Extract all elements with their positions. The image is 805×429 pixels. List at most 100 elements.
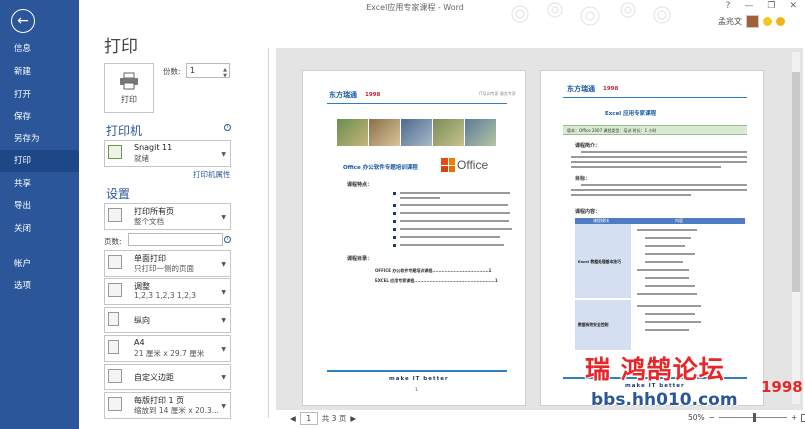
footer-rule (327, 370, 507, 372)
orientation-value: 纵向 (134, 316, 150, 325)
paper-size-dropdown[interactable]: A4 21 厘米 x 29.7 厘米 ▼ (104, 335, 231, 362)
watermark-logo: 瑞 鸿鹄论坛 (585, 355, 725, 384)
window-controls: ? — ❐ ✕ (726, 1, 797, 11)
nav-item-new[interactable]: 新建 (0, 61, 79, 83)
margins-dropdown[interactable]: 自定义边距 ▼ (104, 364, 231, 390)
decorative-swirls (511, 2, 671, 26)
nav-item-options[interactable]: 选项 (0, 275, 79, 297)
next-page-icon[interactable]: ▶ (350, 414, 356, 423)
printer-status: 就绪 (134, 154, 149, 163)
one-sided-icon (108, 255, 122, 269)
table-header-content: 内容 (675, 218, 683, 223)
watermark: 瑞 鸿鹄论坛 1998 bbs.hh010.com (585, 350, 805, 429)
page-total: 共 3 页 (321, 414, 347, 423)
pages-label: 页数: (104, 237, 122, 246)
section-contents: 课程内容： (575, 209, 601, 215)
header-note: IT培训专家 服务专家 (479, 91, 516, 96)
collate-dropdown[interactable]: 调整 1,2,3 1,2,3 1,2,3 ▼ (104, 278, 231, 305)
print-button-label: 打印 (121, 94, 137, 104)
nav-item-print[interactable]: 打印 (0, 150, 79, 172)
chevron-down-icon: ▼ (221, 402, 226, 410)
section-goal: 目标： (575, 176, 591, 182)
page-title: 打印 (104, 37, 138, 57)
paper-size-icon (108, 340, 119, 354)
header-rule (327, 103, 507, 104)
restore-button[interactable]: ❐ (767, 1, 775, 11)
user-account[interactable]: 孟兆文 (718, 15, 785, 28)
printer-dropdown[interactable]: Snagit 11 就绪 ▼ (104, 140, 231, 167)
toc-entry-1: OFFICE 办公软件专题培训课程.......................… (375, 268, 492, 273)
panel-splitter[interactable] (268, 48, 269, 418)
toc-entry-2: EXCEL 应用专家课程............................… (375, 278, 498, 283)
previous-page-icon[interactable]: ◀ (290, 414, 296, 423)
scrollbar-thumb[interactable] (792, 72, 800, 292)
back-button[interactable]: ← (11, 9, 35, 33)
nav-item-share[interactable]: 共享 (0, 173, 79, 195)
pages-per-sheet-dropdown[interactable]: 每版打印 1 页 缩放到 14 厘米 x 20.3... ▼ (104, 392, 231, 419)
chevron-down-icon: ▼ (221, 288, 226, 296)
paper-size-desc: 21 厘米 x 29.7 厘米 (134, 349, 205, 358)
sides-dropdown[interactable]: 单面打印 只打印一侧的页面 ▼ (104, 250, 231, 277)
office-wordmark: Office (457, 158, 489, 172)
page-navigator: ◀ 1 共 3 页 ▶ (290, 412, 356, 425)
pages-per-sheet-icon (108, 397, 122, 411)
frown-icon[interactable] (776, 17, 785, 26)
nav-item-open[interactable]: 打开 (0, 84, 79, 106)
brand-logo: 东方瑞通 (567, 85, 595, 93)
nav-item-export[interactable]: 导出 (0, 195, 79, 217)
help-button[interactable]: ? (726, 1, 731, 11)
info-icon[interactable]: i (224, 236, 231, 243)
margins-icon (108, 369, 122, 383)
smiley-icon[interactable] (763, 17, 772, 26)
pages-input[interactable] (128, 233, 223, 246)
preview-page-1: 东方瑞通 1998 IT培训专家 服务专家 Office 办公软件专题培训课程 … (302, 70, 526, 406)
copies-stepper[interactable]: 1 ▲ ▼ (186, 63, 230, 79)
minimize-button[interactable]: — (744, 1, 753, 11)
pages-per-sheet-desc: 缩放到 14 厘米 x 20.3... (134, 406, 219, 415)
settings-section-title: 设置 (106, 187, 131, 201)
nav-item-save-as[interactable]: 另存为 (0, 128, 79, 150)
printer-properties-link[interactable]: 打印机属性 (193, 169, 231, 180)
document-pages-icon (108, 208, 122, 222)
orientation-dropdown[interactable]: 纵向 ▼ (104, 307, 231, 333)
chevron-down-icon: ▼ (221, 260, 226, 268)
spin-down-icon[interactable]: ▼ (223, 70, 227, 83)
nav-item-close[interactable]: 关闭 (0, 218, 79, 240)
print-range-dropdown[interactable]: 打印所有页 整个文档 ▼ (104, 203, 231, 230)
office-logo: Office (441, 158, 488, 172)
section-intro: 课程简介： (575, 143, 601, 149)
chevron-down-icon: ▼ (221, 213, 226, 221)
page-number: 1 (415, 388, 418, 393)
printer-icon (120, 72, 138, 89)
nav-item-save[interactable]: 保存 (0, 106, 79, 128)
header-rule (563, 97, 747, 98)
user-name: 孟兆文 (718, 17, 742, 26)
sides-desc: 只打印一侧的页面 (134, 264, 194, 273)
course-title: Office 办公软件专题培训课程 (343, 165, 418, 171)
portrait-icon (108, 312, 119, 326)
backstage-nav: ← 信息 新建 打开 保存 另存为 打印 共享 导出 关闭 帐户 选项 (0, 0, 79, 429)
table-row-1-label: Excel 数据处理基本技巧 (578, 259, 621, 264)
close-button[interactable]: ✕ (789, 1, 797, 11)
collate-desc: 1,2,3 1,2,3 1,2,3 (134, 291, 197, 300)
avatar (746, 15, 759, 28)
chevron-down-icon: ▼ (221, 150, 226, 158)
print-button[interactable]: 打印 (104, 63, 154, 113)
page-number-input[interactable]: 1 (299, 412, 318, 425)
table-row-2-label: 数据有效安全控制 (578, 322, 609, 327)
watermark-url: bbs.hh010.com (591, 390, 738, 410)
section-toc: 课程目录： (347, 256, 373, 262)
chevron-down-icon: ▼ (221, 317, 226, 324)
paper-size-value: A4 (134, 338, 145, 347)
margins-value: 自定义边距 (134, 373, 174, 382)
printer-name: Snagit 11 (134, 143, 173, 152)
course-title: Excel 应用专家课程 (605, 111, 657, 117)
brand-logo: 东方瑞通 (329, 91, 357, 99)
nav-item-account[interactable]: 帐户 (0, 253, 79, 275)
brand-year: 1998 (603, 86, 619, 92)
nav-item-info[interactable]: 信息 (0, 38, 79, 60)
course-info-text: 版本：Office 2007 课程类型：培训 时长：1 小时 (567, 128, 657, 133)
printer-device-icon (108, 145, 122, 159)
course-info-bar: 版本：Office 2007 课程类型：培训 时长：1 小时 (563, 125, 747, 135)
info-icon[interactable]: i (224, 124, 231, 131)
